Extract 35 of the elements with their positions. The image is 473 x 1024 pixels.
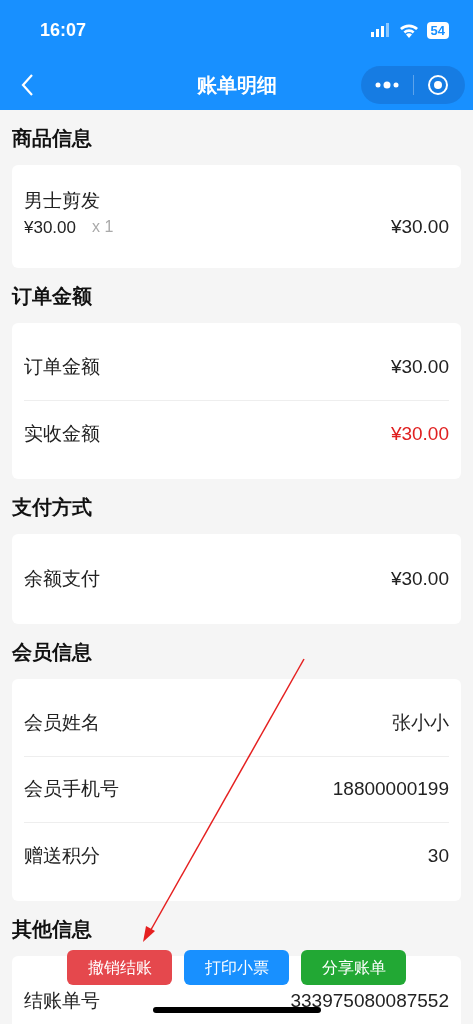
row-label: 结账单号 [24,988,100,1013]
row-label: 实收金额 [24,421,100,446]
product-total: ¥30.00 [390,215,449,239]
row-value: ¥30.00 [390,421,449,446]
section-title: 订单金额 [12,283,92,309]
product-quantity: x 1 [92,217,114,238]
section-title: 会员信息 [12,639,92,665]
section-title: 支付方式 [12,494,92,520]
row-label: 会员姓名 [24,711,100,736]
product-price: ¥30.00 [24,216,76,239]
capsule-menu[interactable] [361,66,465,104]
action-button[interactable]: 打印小票 [184,950,289,985]
row-value: ¥30.00 [390,566,449,591]
section-title: 商品信息 [12,125,92,151]
product-name: 男士剪发 [24,189,101,213]
page-title: 账单明细 [196,73,277,98]
wifi-icon [398,22,419,38]
row-value: ¥30.00 [390,355,449,380]
row-label: 订单金额 [24,355,100,380]
row-value: 333975080087552 [290,988,449,1013]
signal-icon [370,23,391,37]
action-button[interactable]: 分享账单 [301,950,406,985]
more-icon[interactable] [375,81,399,89]
status-time: 16:07 [40,18,87,42]
target-icon[interactable] [427,74,449,96]
action-button[interactable]: 撤销结账 [67,950,172,985]
row-value: 18800000199 [332,777,449,802]
battery-level: 54 [426,21,449,39]
row-label: 赠送积分 [24,843,100,868]
row-label: 会员手机号 [24,777,119,802]
row-label: 余额支付 [24,566,100,591]
back-icon[interactable] [20,73,34,97]
row-value: 30 [427,843,449,868]
row-value: 张小小 [392,711,449,736]
section-title: 其他信息 [12,916,92,942]
